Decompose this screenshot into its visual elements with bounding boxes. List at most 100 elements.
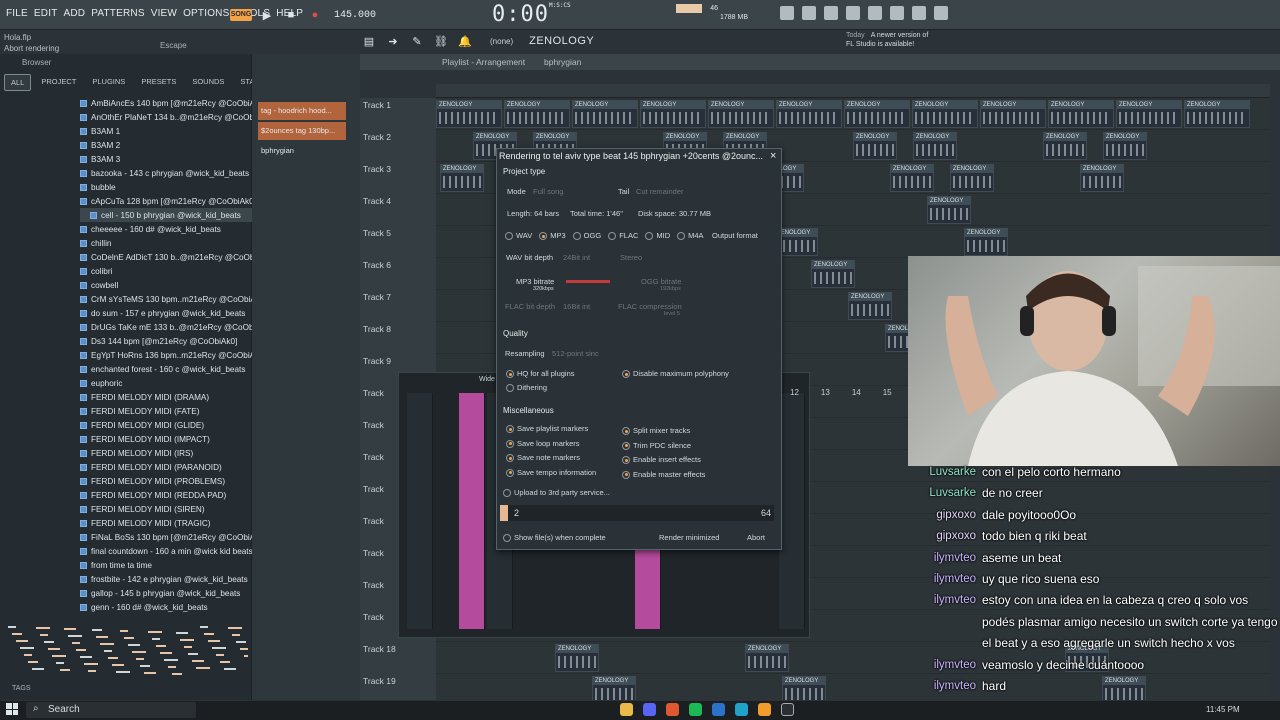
track-label[interactable]: Track bbox=[363, 548, 384, 558]
chat-username[interactable]: ilymvteo bbox=[918, 676, 976, 697]
playlist-clip[interactable]: ZENOLOGY bbox=[776, 100, 842, 128]
browser-item[interactable]: DrUGs TaKe mE 133 b..@m21eRcy @CoObiAk0] bbox=[80, 320, 252, 334]
track-label[interactable]: Track bbox=[363, 612, 384, 622]
help-icon[interactable] bbox=[846, 6, 860, 20]
info-icon[interactable] bbox=[912, 6, 926, 20]
browser-item[interactable]: EgYpT HoRns 136 bpm..m21eRcy @CoObiAk0] bbox=[80, 348, 252, 362]
pattern-item[interactable]: bphrygian bbox=[258, 142, 346, 160]
browser-item[interactable]: B3AM 1 bbox=[80, 124, 252, 138]
track-label[interactable]: Track 8 bbox=[363, 324, 391, 334]
misc-option[interactable]: Enable insert effects bbox=[622, 453, 705, 468]
chat-username[interactable]: ilymvteo bbox=[918, 569, 976, 590]
format-option-mid[interactable]: MID bbox=[645, 231, 670, 241]
playlist-clip[interactable]: ZENOLOGY bbox=[980, 100, 1046, 128]
playlist-clip[interactable]: ZENOLOGY bbox=[890, 164, 934, 192]
playlist-clip[interactable]: ZENOLOGY bbox=[1080, 164, 1124, 192]
browser-item[interactable]: cowbell bbox=[80, 278, 252, 292]
browser-item[interactable]: FERDI MELODY MIDI (IMPACT) bbox=[80, 432, 252, 446]
browser-tab-all[interactable]: ALL bbox=[4, 74, 32, 91]
browser-item[interactable]: FERDI MELODY MIDI (FATE) bbox=[80, 404, 252, 418]
mode-select[interactable]: Full song bbox=[533, 187, 563, 196]
chat-username[interactable]: gipxoxo bbox=[918, 526, 976, 547]
browser-item[interactable]: genn - 160 d# @wick_kid_beats bbox=[80, 600, 252, 614]
discord-icon[interactable] bbox=[643, 703, 656, 716]
pattern-item[interactable]: $2ounces tag 130bp... bbox=[258, 122, 346, 140]
track-label[interactable]: Track 4 bbox=[363, 196, 391, 206]
taskbar-search[interactable]: ⌕ Search bbox=[26, 702, 196, 718]
track-label[interactable]: Track 7 bbox=[363, 292, 391, 302]
stereo-select[interactable]: Stereo bbox=[620, 253, 642, 262]
wav-bit-depth-select[interactable]: 24Bit int bbox=[563, 253, 590, 262]
playlist-clip[interactable]: ZENOLOGY bbox=[1184, 100, 1250, 128]
menu-edit[interactable]: EDIT bbox=[34, 8, 58, 19]
browser-item[interactable]: FERDI MELODY MIDI (PARANOID) bbox=[80, 460, 252, 474]
playlist-clip[interactable]: ZENOLOGY bbox=[811, 260, 855, 288]
pattern-selector[interactable]: (none) bbox=[480, 37, 523, 46]
track-label[interactable]: Track bbox=[363, 516, 384, 526]
browser-tab-plugins[interactable]: PLUGINS bbox=[86, 74, 131, 91]
link-icon[interactable]: ⛓ bbox=[432, 32, 450, 50]
bell-icon[interactable]: 🔔 bbox=[456, 32, 474, 50]
track-label[interactable]: Track 18 bbox=[363, 644, 396, 654]
format-option-mp3[interactable]: MP3 bbox=[539, 231, 566, 241]
browser-tab-project[interactable]: PROJECT bbox=[35, 74, 82, 91]
close-icon[interactable]: × bbox=[770, 150, 776, 162]
browser-item[interactable]: colibri bbox=[80, 264, 252, 278]
playlist-clip[interactable]: ZENOLOGY bbox=[1103, 132, 1147, 160]
browser-item[interactable]: bubble bbox=[80, 180, 252, 194]
chat-username[interactable]: ilymvteo bbox=[918, 548, 976, 569]
browser-item[interactable]: bazooka - 143 c phrygian @wick_kid_beats bbox=[80, 166, 252, 180]
record-button[interactable]: ● bbox=[306, 6, 324, 24]
folder-icon[interactable] bbox=[620, 703, 633, 716]
chat-username[interactable]: ilymvteo bbox=[918, 655, 976, 676]
misc-option[interactable]: Trim PDC silence bbox=[622, 439, 705, 454]
playlist-clip[interactable]: ZENOLOGY bbox=[504, 100, 570, 128]
playlist-clip[interactable]: ZENOLOGY bbox=[912, 100, 978, 128]
download-icon[interactable] bbox=[934, 6, 948, 20]
arrow-icon[interactable]: ➜ bbox=[384, 32, 402, 50]
chat-username[interactable]: ilymvteo bbox=[918, 590, 976, 611]
browser-item[interactable]: cheeeee - 160 d# @wick_kid_beats bbox=[80, 222, 252, 236]
mic-icon[interactable] bbox=[824, 6, 838, 20]
mixer-strip[interactable] bbox=[779, 393, 805, 629]
undo-icon[interactable] bbox=[780, 6, 794, 20]
format-option-wav[interactable]: WAV bbox=[505, 231, 532, 241]
chat-username[interactable]: gipxoxo bbox=[918, 505, 976, 526]
stop-button[interactable]: ■ bbox=[282, 6, 300, 24]
chat-username[interactable]: Luvsarke bbox=[918, 462, 976, 483]
format-option-flac[interactable]: FLAC bbox=[608, 231, 638, 241]
format-option-ogg[interactable]: OGG bbox=[572, 231, 601, 241]
track-label[interactable]: Track 6 bbox=[363, 260, 391, 270]
misc-option[interactable]: Save tempo information bbox=[506, 466, 596, 481]
browser-item[interactable]: gallop - 145 b phrygian @wick_kid_beats bbox=[80, 586, 252, 600]
playlist-clip[interactable]: ZENOLOGY bbox=[572, 100, 638, 128]
pencil-icon[interactable]: ✎ bbox=[408, 32, 426, 50]
browser-item[interactable]: cApCuTa 128 bpm [@m21eRcy @CoObiAk0] bbox=[80, 194, 252, 208]
browser-item[interactable]: euphoric bbox=[80, 376, 252, 390]
misc-option[interactable]: Split mixer tracks bbox=[622, 424, 705, 439]
menu-view[interactable]: VIEW bbox=[151, 8, 177, 19]
pattern-item[interactable]: tag - hoodrich hood... bbox=[258, 102, 346, 120]
track-label[interactable]: Track bbox=[363, 452, 384, 462]
track-label[interactable]: Track 3 bbox=[363, 164, 391, 174]
browser-item[interactable]: FERDI MELODY MIDI (GLIDE) bbox=[80, 418, 252, 432]
track-label[interactable]: Track 5 bbox=[363, 228, 391, 238]
browser-item[interactable]: CoDelnE AdDicT 130 b..@m21eRcy @CoObiAk0… bbox=[80, 250, 252, 264]
browser-item[interactable]: FERDI MELODY MIDI (REDDA PAD) bbox=[80, 488, 252, 502]
browser-icon[interactable] bbox=[666, 703, 679, 716]
disable-poly-option[interactable]: Disable maximum polyphony bbox=[622, 369, 729, 379]
playlist-clip[interactable]: ZENOLOGY bbox=[964, 228, 1008, 256]
playlist-clip[interactable]: ZENOLOGY bbox=[440, 164, 484, 192]
playlist-clip[interactable]: ZENOLOGY bbox=[708, 100, 774, 128]
steam-icon[interactable] bbox=[712, 703, 725, 716]
browser-item[interactable]: from time ta time bbox=[80, 558, 252, 572]
browser-item[interactable]: B3AM 3 bbox=[80, 152, 252, 166]
show-files-option[interactable]: Show file(s) when complete bbox=[503, 533, 606, 543]
browser-item[interactable]: cell - 150 b phrygian @wick_kid_beats bbox=[80, 208, 252, 222]
browser-item[interactable]: Ds3 144 bpm [@m21eRcy @CoObiAk0] bbox=[80, 334, 252, 348]
dithering-option[interactable]: Dithering bbox=[506, 383, 547, 393]
browser-item[interactable]: FERDI MELODY MIDI (SIREN) bbox=[80, 502, 252, 516]
menu-file[interactable]: FILE bbox=[6, 8, 28, 19]
browser-item[interactable]: AnOthEr PlaNeT 134 b..@m21eRcy @CoObiAk0… bbox=[80, 110, 252, 124]
save-icon[interactable] bbox=[868, 6, 882, 20]
